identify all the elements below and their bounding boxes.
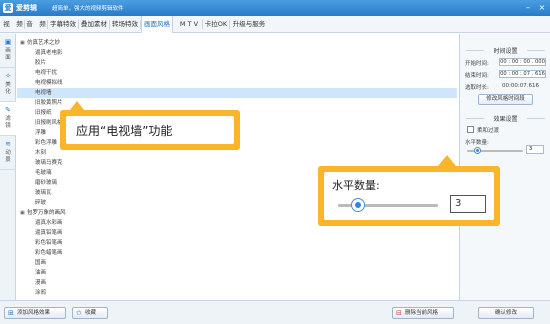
callout-slider-knob[interactable] — [351, 198, 365, 212]
list-item[interactable]: 逼真铅笔画 — [17, 228, 457, 238]
side-tab-bar: ▣ 画面 ✧ 美化 ✎ 滤镜 ≋ 动景 — [0, 34, 16, 300]
horizontal-count-label: 水平数量: — [465, 140, 489, 146]
start-time-label: 开始时间: — [465, 61, 489, 67]
wand-icon: ✧ — [5, 72, 11, 80]
start-time-field[interactable]: 00 : 00 : 00 . 000 — [499, 58, 546, 66]
tab-subtitle-effects[interactable]: 字幕特效 — [48, 16, 78, 33]
tab-transition-effects[interactable]: 转场特效 — [110, 16, 140, 33]
tab-overlay-material[interactable]: 叠加素材 — [79, 16, 109, 33]
list-item[interactable]: 逼真老电影 — [17, 48, 457, 58]
favorite-button[interactable]: ✩ 收藏 — [72, 307, 108, 319]
brush-icon: ✎ — [5, 106, 11, 114]
picture-icon: ▣ — [4, 38, 12, 46]
list-item[interactable]: 胶片 — [17, 58, 457, 68]
tab-mtv[interactable]: M T V — [176, 16, 202, 33]
tab-video[interactable]: 视 频 — [2, 16, 24, 33]
list-item[interactable]: 漫画 — [17, 278, 457, 288]
close-button[interactable]: × — [536, 2, 548, 13]
end-time-label: 结束时间: — [465, 73, 489, 79]
list-item[interactable]: 国画 — [17, 258, 457, 268]
delete-style-button[interactable]: ⊟ 删除当前风格 — [392, 307, 454, 319]
delete-icon: ⊟ — [396, 309, 402, 317]
main-tab-bar: 视 频 音 频 字幕特效 叠加素材 转场特效 画面风格 M T V 卡拉OK 升… — [0, 16, 550, 33]
list-item[interactable]: 油画 — [17, 268, 457, 278]
title-bar: 爱 爱剪辑 超简单，强大的视频剪辑软件 – × — [0, 0, 550, 16]
callout-pointer — [70, 101, 84, 110]
list-item[interactable]: 彩色蜡笔画 — [17, 248, 457, 258]
tree-group-artistic[interactable]: ▣ 仿真艺术之妙 — [17, 38, 457, 48]
soft-transition-label: 柔和过渡 — [477, 128, 500, 134]
confirm-button[interactable]: 确认修改 — [478, 307, 534, 319]
callout-text: 应用“电视墙”功能 — [76, 124, 173, 138]
tab-karaoke[interactable]: 卡拉OK — [203, 16, 229, 33]
side-tab-filter[interactable]: ✎ 滤镜 — [0, 102, 16, 136]
callout-apply-tv-wall: 应用“电视墙”功能 — [60, 101, 240, 150]
tab-audio[interactable]: 音 频 — [25, 16, 47, 33]
callout-label: 水平数量: — [332, 179, 380, 192]
end-time-field[interactable]: 00 : 00 : 07 . 616 — [499, 70, 546, 78]
collapse-icon: ▣ — [20, 40, 25, 46]
collapse-icon: ▣ — [20, 210, 25, 216]
horizontal-count-field[interactable]: 3 — [526, 145, 544, 154]
list-item-selected[interactable]: 电视墙 — [17, 88, 457, 98]
tab-upgrade-service[interactable]: 升级与服务 — [230, 16, 268, 33]
callout-horizontal-count: 水平数量: 3 — [318, 155, 500, 226]
modify-time-button[interactable]: 修改风格时间段 — [478, 94, 533, 105]
app-logo-icon: 爱 — [3, 3, 13, 13]
motion-icon: ≋ — [5, 140, 11, 148]
tab-picture-style[interactable]: 画面风格 — [141, 16, 173, 33]
bottom-toolbar: ⊞ 添加风格效果 ✩ 收藏 ⊟ 删除当前风格 确认修改 — [0, 300, 550, 324]
side-tab-picture[interactable]: ▣ 画面 — [0, 34, 16, 68]
duration-label: 选取时长: — [465, 85, 489, 91]
callout-value-field[interactable]: 3 — [450, 195, 486, 213]
app-name: 爱剪辑 — [16, 4, 37, 12]
list-item[interactable]: 彩色铅笔画 — [17, 238, 457, 248]
app-slogan: 超简单，强大的视频剪辑软件 — [52, 6, 124, 12]
list-item[interactable]: 电视干扰 — [17, 68, 457, 78]
duration-value: 00:00:07.616 — [502, 83, 539, 89]
list-item[interactable]: 电视模拟线 — [17, 78, 457, 88]
callout-pointer — [438, 155, 456, 166]
slider-knob[interactable] — [474, 147, 481, 154]
side-tab-motion[interactable]: ≋ 动景 — [0, 136, 16, 170]
add-style-button[interactable]: ⊞ 添加风格效果 — [4, 307, 66, 319]
soft-transition-checkbox[interactable] — [467, 126, 474, 133]
add-icon: ⊞ — [8, 309, 14, 317]
list-item[interactable]: 涂鸦 — [17, 288, 457, 298]
time-settings-header: 时间设置 — [460, 46, 550, 55]
effect-settings-header: 效果设置 — [460, 114, 550, 123]
minimize-button[interactable]: – — [522, 2, 534, 13]
star-icon: ✩ — [76, 309, 82, 317]
side-tab-beautify[interactable]: ✧ 美化 — [0, 68, 16, 102]
